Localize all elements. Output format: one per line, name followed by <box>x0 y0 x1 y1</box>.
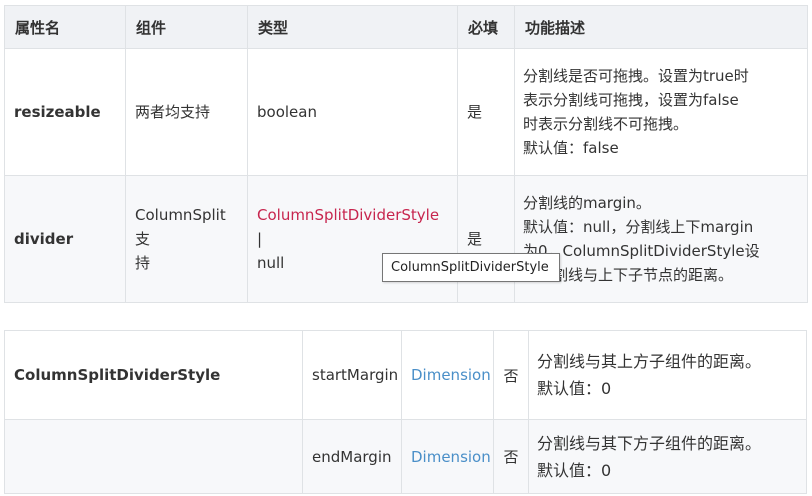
divider-style-table: ColumnSplitDividerStyle startMargin Dime… <box>4 330 807 494</box>
table-header-row: 属性名 组件 类型 必填 功能描述 <box>4 5 808 49</box>
description-cell: 分割线的margin。 默认值：null，分割线上下margin 为0，Colu… <box>514 175 808 303</box>
param-cell: endMargin <box>302 419 402 494</box>
description-cell: 分割线是否可拖拽。设置为true时 表示分割线可拖拽，设置为false 时表示分… <box>514 48 808 176</box>
description-cell: 分割线与其上方子组件的距离。 默认值：0 <box>528 330 807 420</box>
prop-name-cell: divider <box>4 175 126 303</box>
component-cell: 两者均支持 <box>125 48 248 176</box>
desc-line: 置分割线与上下子节点的距离。 <box>523 266 734 284</box>
desc-line: 表示分割线可拖拽，设置为false <box>523 91 739 109</box>
dimension-link[interactable]: Dimension <box>411 366 491 384</box>
type-cell: Dimension <box>401 330 494 420</box>
required-cell: 是 <box>457 175 515 303</box>
table-row: resizeable 两者均支持 boolean 是 分割线是否可拖拽。设置为t… <box>4 48 808 176</box>
component-cell: ColumnSplit支 持 <box>125 175 248 303</box>
dimension-link[interactable]: Dimension <box>411 448 491 466</box>
type-separator: | <box>257 230 263 248</box>
component-line: ColumnSplit支 <box>135 206 226 248</box>
table-row: ColumnSplitDividerStyle startMargin Dime… <box>4 330 807 420</box>
desc-line: 分割线与其上方子组件的距离。 <box>537 352 762 371</box>
type-cell: ColumnSplitDividerStyle | null <box>247 175 458 303</box>
type-tooltip: ColumnSplitDividerStyle <box>382 253 560 282</box>
required-cell: 是 <box>457 48 515 176</box>
header-component: 组件 <box>125 5 248 49</box>
desc-line: 默认值：null，分割线上下margin <box>523 218 754 236</box>
desc-line: 分割线与其下方子组件的距离。 <box>537 433 762 453</box>
style-name-cell: ColumnSplitDividerStyle <box>4 330 303 420</box>
type-link[interactable]: ColumnSplitDividerStyle <box>257 206 439 224</box>
type-cell: Dimension <box>401 419 494 494</box>
desc-line: 为0，ColumnSplitDividerStyle设 <box>523 242 760 260</box>
header-type: 类型 <box>247 5 458 49</box>
header-description: 功能描述 <box>514 5 808 49</box>
header-prop-name: 属性名 <box>4 5 126 49</box>
required-cell: 否 <box>493 330 529 420</box>
type-cell: boolean <box>247 48 458 176</box>
required-cell: 否 <box>493 419 529 494</box>
empty-name-cell <box>4 419 303 494</box>
description-cell: 分割线与其下方子组件的距离。 默认值：0 <box>528 419 807 494</box>
desc-line: 默认值：0 <box>537 460 612 480</box>
component-line: 持 <box>135 254 151 272</box>
desc-line: 分割线的margin。 <box>523 194 651 212</box>
desc-line: 分割线是否可拖拽。设置为true时 <box>523 67 749 85</box>
desc-line: 默认值：false <box>523 139 619 157</box>
prop-name-cell: resizeable <box>4 48 126 176</box>
table-row: divider ColumnSplit支 持 ColumnSplitDivide… <box>4 175 808 303</box>
param-cell: startMargin <box>302 330 402 420</box>
desc-line: 默认值：0 <box>537 379 612 398</box>
desc-line: 时表示分割线不可拖拽。 <box>523 115 689 133</box>
table-row: endMargin Dimension 否 分割线与其下方子组件的距离。 默认值… <box>4 419 807 494</box>
header-required: 必填 <box>457 5 515 49</box>
